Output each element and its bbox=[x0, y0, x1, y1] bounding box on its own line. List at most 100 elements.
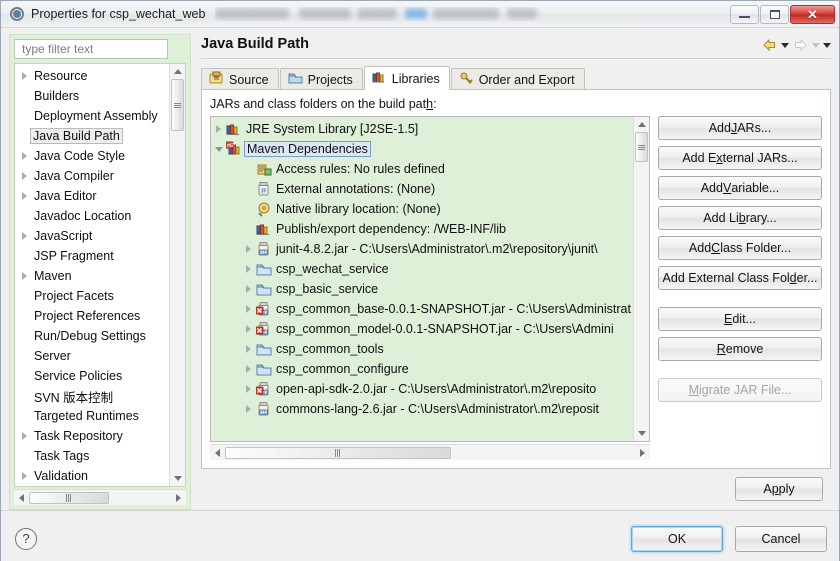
expand-arrow-icon[interactable] bbox=[17, 232, 31, 240]
add-variable-button[interactable]: Add Variable... bbox=[658, 176, 822, 200]
expand-arrow-icon[interactable] bbox=[17, 432, 31, 440]
lib-scroll-thumb-h[interactable] bbox=[225, 446, 451, 459]
library-entry[interactable]: Native library location: (None) bbox=[211, 199, 633, 219]
sidebar-item-targeted-runtimes[interactable]: Targeted Runtimes bbox=[15, 406, 169, 426]
lib-scroll-track[interactable] bbox=[634, 132, 649, 426]
lib-scroll-track-h[interactable] bbox=[225, 446, 635, 460]
library-entry[interactable]: csp_wechat_service bbox=[211, 259, 633, 279]
lib-scroll-thumb[interactable] bbox=[635, 132, 648, 162]
sidebar-item-jsp-fragment[interactable]: JSP Fragment bbox=[15, 246, 169, 266]
maximize-button[interactable] bbox=[760, 4, 789, 24]
library-entry[interactable]: 010 open-api-sdk-2.0.jar - C:\Users\Admin… bbox=[211, 379, 633, 399]
sidebar-item-svn[interactable]: SVN 版本控制 bbox=[15, 386, 169, 406]
sidebar-item-project-facets[interactable]: Project Facets bbox=[15, 286, 169, 306]
back-menu-chevron-down-icon[interactable] bbox=[781, 42, 789, 48]
sidebar-vertical-scrollbar[interactable] bbox=[169, 64, 185, 486]
add-library-button[interactable]: Add Li b rary... bbox=[658, 206, 822, 230]
scroll-thumb[interactable] bbox=[171, 79, 184, 131]
back-arrow-icon[interactable] bbox=[761, 37, 778, 53]
add-external-class-folder-button[interactable]: Add External Class Fol d er... bbox=[658, 266, 822, 290]
sidebar-item-deployment-assembly[interactable]: Deployment Assembly bbox=[15, 106, 169, 126]
sidebar-item-maven[interactable]: Maven bbox=[15, 266, 169, 286]
library-entry[interactable]: 010 csp_common_model-0.0.1-SNAPSHOT.jar -… bbox=[211, 319, 633, 339]
add-jars-button[interactable]: Add J ARs... bbox=[658, 116, 822, 140]
sidebar-item-java-build-path[interactable]: Java Build Path bbox=[15, 126, 169, 146]
sidebar-item-task-tags[interactable]: Task Tags bbox=[15, 446, 169, 466]
sidebar-item-validation[interactable]: Validation bbox=[15, 466, 169, 486]
sidebar-horizontal-scrollbar[interactable] bbox=[14, 489, 186, 505]
help-question-icon[interactable]: ? bbox=[15, 527, 37, 550]
scroll-right-button[interactable] bbox=[171, 491, 186, 505]
library-entry[interactable]: Access rules: No rules defined bbox=[211, 159, 633, 179]
library-entry[interactable]: JRE System Library [J2SE-1.5] bbox=[211, 119, 633, 139]
lib-scroll-up-button[interactable] bbox=[634, 117, 649, 132]
expand-arrow-icon[interactable] bbox=[241, 405, 256, 413]
sidebar-item-task-repository[interactable]: Task Repository bbox=[15, 426, 169, 446]
filter-box[interactable] bbox=[14, 39, 168, 59]
library-entry[interactable]: 010 csp_common_base-0.0.1-SNAPSHOT.jar - … bbox=[211, 299, 633, 319]
collapse-arrow-icon[interactable] bbox=[211, 146, 226, 152]
tab-source[interactable]: Source bbox=[201, 68, 279, 90]
settings-tree[interactable]: Resource Builders Deployment Assembly Java … bbox=[15, 64, 169, 486]
sidebar-item-service-policies[interactable]: Service Policies bbox=[15, 366, 169, 386]
sidebar-item-javadoc-location[interactable]: Javadoc Location bbox=[15, 206, 169, 226]
library-entry[interactable]: m2 Maven Dependencies bbox=[211, 139, 633, 159]
expand-arrow-icon[interactable] bbox=[17, 472, 31, 480]
sidebar-item-server[interactable]: Server bbox=[15, 346, 169, 366]
scroll-track[interactable] bbox=[170, 79, 185, 471]
expand-arrow-icon[interactable] bbox=[17, 72, 31, 80]
expand-arrow-icon[interactable] bbox=[241, 245, 256, 253]
ok-button[interactable]: OK bbox=[631, 525, 723, 552]
sidebar-item-project-references[interactable]: Project References bbox=[15, 306, 169, 326]
expand-arrow-icon[interactable] bbox=[241, 385, 256, 393]
expand-arrow-icon[interactable] bbox=[241, 325, 256, 333]
expand-arrow-icon[interactable] bbox=[241, 345, 256, 353]
expand-arrow-icon[interactable] bbox=[17, 192, 31, 200]
expand-arrow-icon[interactable] bbox=[17, 172, 31, 180]
scroll-down-button[interactable] bbox=[170, 471, 185, 486]
tab-order-and-export[interactable]: Order and Export bbox=[450, 68, 585, 90]
library-entry[interactable]: 010 commons-lang-2.6.jar - C:\Users\Admin… bbox=[211, 399, 633, 419]
scroll-track-h[interactable] bbox=[29, 491, 171, 505]
scroll-up-button[interactable] bbox=[170, 64, 185, 79]
library-entry[interactable]: @ External annotations: (None) bbox=[211, 179, 633, 199]
library-entry[interactable]: 010 junit-4.8.2.jar - C:\Users\Administra… bbox=[211, 239, 633, 259]
close-button[interactable]: ✕ bbox=[790, 4, 835, 24]
libraries-vertical-scrollbar[interactable] bbox=[633, 117, 649, 441]
scroll-left-button[interactable] bbox=[14, 491, 29, 505]
sidebar-item-resource[interactable]: Resource bbox=[15, 66, 169, 86]
expand-arrow-icon[interactable] bbox=[241, 305, 256, 313]
tab-libraries[interactable]: Libraries bbox=[363, 66, 450, 91]
library-entry[interactable]: csp_common_tools bbox=[211, 339, 633, 359]
edit-button[interactable]: Edit... bbox=[658, 307, 822, 331]
minimize-button[interactable] bbox=[730, 4, 759, 24]
view-menu-chevron-down-icon[interactable] bbox=[823, 42, 831, 48]
expand-arrow-icon[interactable] bbox=[17, 152, 31, 160]
add-class-folder-button[interactable]: Add Class Folder... bbox=[658, 236, 822, 260]
apply-button[interactable]: Ap ply bbox=[735, 477, 823, 501]
sidebar-item-javascript[interactable]: JavaScript bbox=[15, 226, 169, 246]
expand-arrow-icon[interactable] bbox=[17, 272, 31, 280]
sidebar-item-java-compiler[interactable]: Java Compiler bbox=[15, 166, 169, 186]
sidebar-item-java-editor[interactable]: Java Editor bbox=[15, 186, 169, 206]
lib-scroll-down-button[interactable] bbox=[634, 426, 649, 441]
remove-button[interactable]: Remove bbox=[658, 337, 822, 361]
lib-scroll-right-button[interactable] bbox=[635, 446, 650, 460]
expand-arrow-icon[interactable] bbox=[241, 265, 256, 273]
cancel-button[interactable]: Cancel bbox=[735, 525, 827, 552]
libraries-horizontal-scrollbar[interactable] bbox=[210, 444, 650, 460]
add-external-jars-button[interactable]: Add Ex ternal JARs... bbox=[658, 146, 822, 170]
lib-scroll-left-button[interactable] bbox=[210, 446, 225, 460]
library-entry[interactable]: csp_basic_service bbox=[211, 279, 633, 299]
sidebar-item-builders[interactable]: Builders bbox=[15, 86, 169, 106]
libraries-tree[interactable]: JRE System Library [J2SE-1.5] m2 Maven Dep… bbox=[211, 117, 633, 441]
library-entry[interactable]: Publish/export dependency: /WEB-INF/lib bbox=[211, 219, 633, 239]
sidebar-item-java-code-style[interactable]: Java Code Style bbox=[15, 146, 169, 166]
scroll-thumb-h[interactable] bbox=[29, 491, 109, 504]
tab-projects[interactable]: Projects bbox=[279, 68, 363, 90]
expand-arrow-icon[interactable] bbox=[211, 125, 226, 133]
expand-arrow-icon[interactable] bbox=[241, 365, 256, 373]
library-entry[interactable]: csp_common_configure bbox=[211, 359, 633, 379]
sidebar-item-run-debug-settings[interactable]: Run/Debug Settings bbox=[15, 326, 169, 346]
search-input[interactable] bbox=[20, 41, 162, 57]
